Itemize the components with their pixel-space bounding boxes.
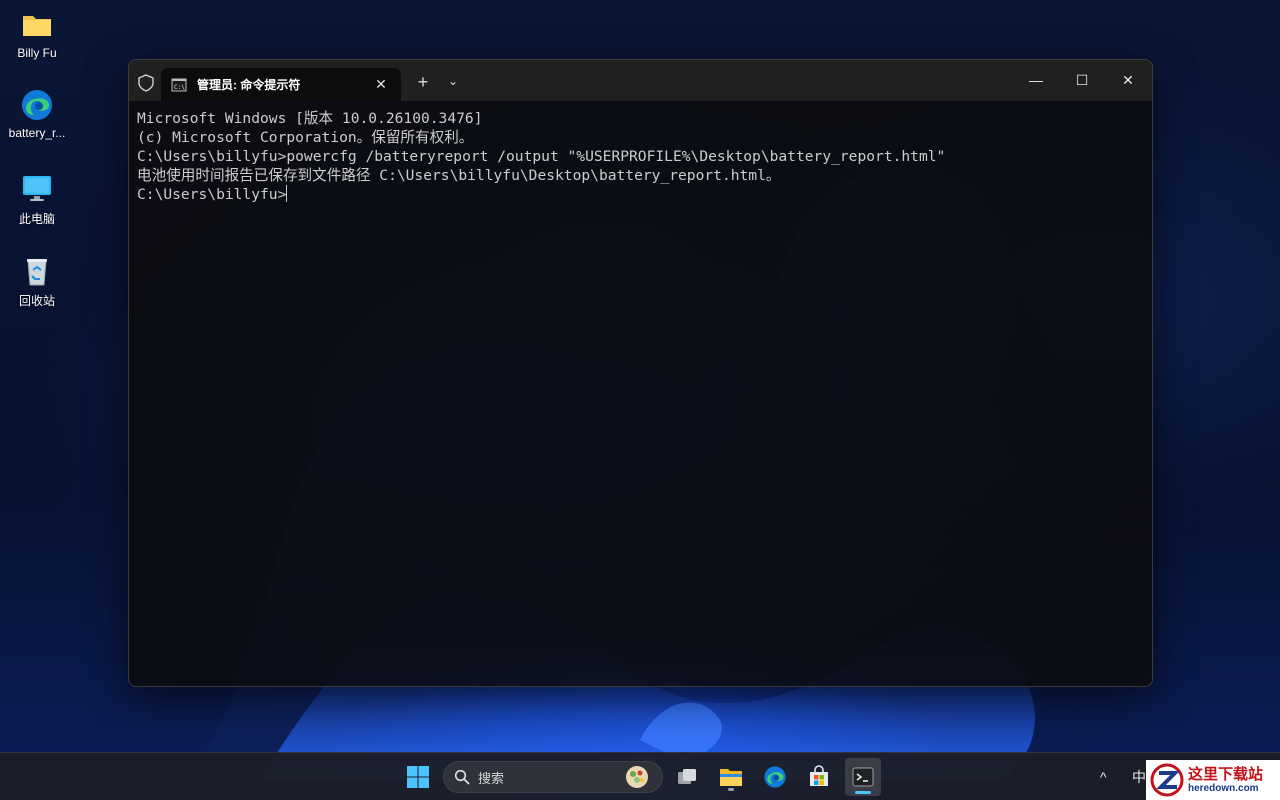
file-explorer-icon [720,769,742,786]
watermark-logo: 这里下载站 heredown.com [1146,760,1280,800]
task-view-button[interactable] [671,761,703,793]
start-button[interactable] [402,761,434,793]
tab-dropdown-button[interactable]: ⌄ [444,74,462,88]
terminal-prompt: C:\Users\billyfu> [137,186,287,203]
taskbar-edge[interactable] [759,761,791,793]
taskbar-search-box[interactable]: 搜索 [443,761,663,793]
terminal-window[interactable]: C:\ 管理员: 命令提示符 ✕ + ⌄ — ☐ ✕ Microsoft Win… [128,59,1153,687]
maximize-button[interactable]: ☐ [1059,60,1105,100]
windows-logo-icon [407,766,429,788]
search-placeholder: 搜索 [478,770,505,786]
desktop-icon-battery-report[interactable]: battery_r... [0,88,74,140]
terminal-line: (c) Microsoft Corporation。保留所有权利。 [137,129,474,146]
title-bar[interactable]: C:\ 管理员: 命令提示符 ✕ + ⌄ — ☐ ✕ [129,60,1152,101]
terminal-line: C:\Users\billyfu>powercfg /batteryreport… [137,148,946,165]
folder-icon [23,16,51,36]
desktop-icon-label: 此电脑 [18,212,55,226]
svg-text:C:\: C:\ [174,84,185,91]
show-hidden-icons-button[interactable]: ^ [1100,753,1107,800]
recycle-bin-icon [27,259,47,286]
taskbar-store[interactable] [803,761,835,793]
tab-close-button[interactable]: ✕ [371,76,391,93]
tab-command-prompt[interactable]: C:\ 管理员: 命令提示符 ✕ [161,68,401,101]
desktop-icon-billy-fu[interactable]: Billy Fu [0,8,74,60]
new-tab-button[interactable]: + [412,72,434,93]
prompt-line[interactable]: C:\Users\billyfu> [137,185,1144,204]
taskbar: 搜索 ^ 中 这里下载站 heredown.com [0,752,1280,800]
search-highlight-icon [626,766,648,788]
store-icon [810,765,828,786]
desktop-icon-label: battery_r... [8,126,66,140]
tab-title: 管理员: 命令提示符 [197,78,301,92]
shield-icon [138,74,154,92]
monitor-icon [23,176,51,201]
text-cursor [286,185,288,202]
close-button[interactable]: ✕ [1105,60,1151,100]
watermark-cn: 这里下载站 [1188,764,1264,783]
terminal-icon [852,767,874,787]
desktop-icon-label: Billy Fu [17,46,57,60]
terminal-line: 电池使用时间报告已保存到文件路径 C:\Users\billyfu\Deskto… [137,167,781,184]
taskbar-terminal[interactable] [845,758,881,796]
edge-icon [764,766,786,788]
watermark-en: heredown.com [1188,782,1259,794]
task-view-icon [678,769,696,784]
desktop-icon-recycle-bin[interactable]: 回收站 [0,254,74,309]
terminal-output[interactable]: Microsoft Windows [版本 10.0.26100.3476] (c… [129,101,1152,686]
search-icon [454,769,470,785]
active-indicator [855,791,871,794]
watermark-logo-icon [1150,763,1184,797]
edge-icon [22,90,52,120]
minimize-button[interactable]: — [1013,60,1059,100]
terminal-line: Microsoft Windows [版本 10.0.26100.3476] [137,110,483,127]
input-method-indicator[interactable]: 中 [1132,753,1146,800]
running-indicator [728,788,734,791]
cmd-icon: C:\ [171,78,187,91]
desktop-icon-label: 回收站 [18,294,55,308]
taskbar-file-explorer[interactable] [715,761,747,793]
desktop-icon-this-pc[interactable]: 此电脑 [0,172,74,227]
